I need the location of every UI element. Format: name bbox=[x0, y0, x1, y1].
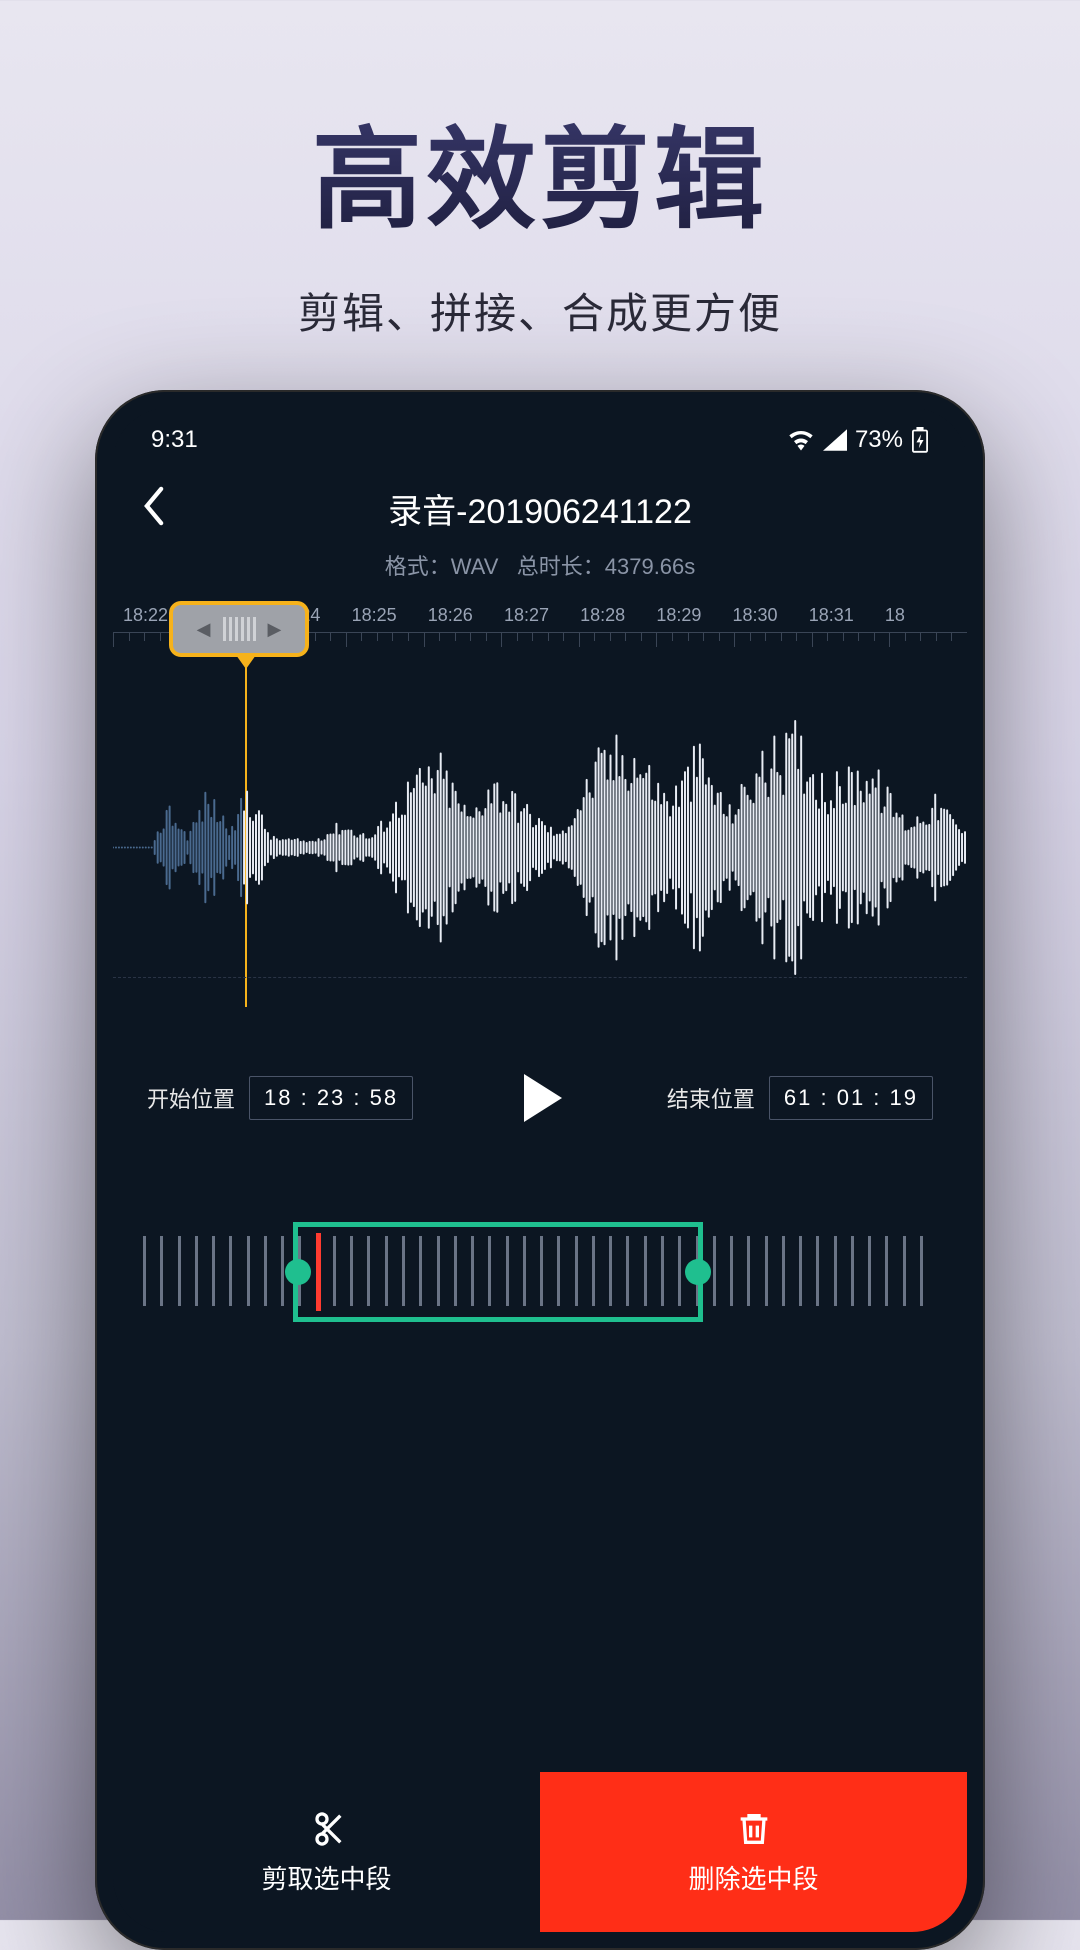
arrow-left-icon: ◀ bbox=[197, 619, 211, 640]
status-bar: 9:31 73% bbox=[113, 408, 967, 460]
file-meta: 格式：WAV 总时长：4379.66s bbox=[113, 549, 967, 581]
bottom-actions: 剪取选中段 删除选中段 bbox=[113, 1772, 967, 1932]
wifi-icon bbox=[787, 429, 815, 451]
scissors-icon bbox=[307, 1809, 347, 1849]
battery-icon bbox=[911, 427, 929, 453]
page-title: 录音-201906241122 bbox=[141, 484, 939, 533]
app-bar: 录音-201906241122 bbox=[113, 460, 967, 539]
format-label: 格式： bbox=[385, 554, 451, 579]
range-knob-right[interactable] bbox=[685, 1259, 711, 1285]
phone-frame: 9:31 73% 录音-201906241122 格式：WAV 总时长：4379… bbox=[95, 390, 985, 1950]
timeline-label: 18:27 bbox=[502, 605, 578, 626]
timeline-selector-handle[interactable]: ◀ ▶ bbox=[169, 601, 309, 657]
status-time: 9:31 bbox=[151, 426, 198, 454]
cut-selection-button[interactable]: 剪取选中段 bbox=[113, 1772, 540, 1932]
delete-label: 删除选中段 bbox=[688, 1859, 818, 1896]
end-time-input[interactable]: 61 : 01 : 19 bbox=[769, 1076, 933, 1120]
timeline-label: 18:29 bbox=[654, 605, 730, 626]
range-cursor[interactable] bbox=[316, 1233, 321, 1311]
duration-value: 4379.66s bbox=[605, 554, 696, 579]
controls-row: 开始位置 18 : 23 : 58 结束位置 61 : 01 : 19 bbox=[113, 1068, 967, 1128]
hero: 高效剪辑 剪辑、拼接、合成更方便 bbox=[0, 0, 1080, 341]
timeline-label: 18:26 bbox=[426, 605, 502, 626]
timeline-label: 18:28 bbox=[578, 605, 654, 626]
play-button[interactable] bbox=[510, 1068, 570, 1128]
end-label: 结束位置 bbox=[667, 1082, 755, 1114]
phone-screen: 9:31 73% 录音-201906241122 格式：WAV 总时长：4379… bbox=[113, 408, 967, 1932]
waveform[interactable] bbox=[113, 718, 967, 978]
hero-title: 高效剪辑 bbox=[0, 90, 1080, 250]
start-time-input[interactable]: 18 : 23 : 58 bbox=[249, 1076, 413, 1120]
cut-label: 剪取选中段 bbox=[261, 1859, 391, 1896]
start-label: 开始位置 bbox=[147, 1082, 235, 1114]
status-battery-text: 73% bbox=[855, 426, 903, 454]
arrow-right-icon: ▶ bbox=[268, 619, 282, 640]
delete-selection-button[interactable]: 删除选中段 bbox=[540, 1772, 967, 1932]
trash-icon bbox=[734, 1809, 774, 1849]
format-value: WAV bbox=[451, 554, 499, 579]
hero-subtitle: 剪辑、拼接、合成更方便 bbox=[0, 280, 1080, 341]
end-group: 结束位置 61 : 01 : 19 bbox=[667, 1076, 933, 1120]
waveform-svg bbox=[113, 718, 967, 977]
status-right: 73% bbox=[787, 426, 929, 454]
timeline-label: 18:25 bbox=[350, 605, 426, 626]
duration-label: 总时长： bbox=[517, 554, 605, 579]
timeline-label: 18:31 bbox=[807, 605, 883, 626]
signal-icon bbox=[823, 429, 847, 451]
timeline[interactable]: 18:22 18:23 18:24 18:25 18:26 18:27 18:2… bbox=[113, 605, 967, 978]
range-knob-left[interactable] bbox=[285, 1259, 311, 1285]
play-icon bbox=[510, 1068, 570, 1128]
start-group: 开始位置 18 : 23 : 58 bbox=[147, 1076, 413, 1120]
range-selection[interactable] bbox=[293, 1222, 703, 1322]
timeline-label: 18 bbox=[883, 605, 959, 626]
timeline-label: 18:30 bbox=[731, 605, 807, 626]
range-editor[interactable] bbox=[113, 1208, 967, 1328]
grip-icon bbox=[223, 617, 256, 641]
